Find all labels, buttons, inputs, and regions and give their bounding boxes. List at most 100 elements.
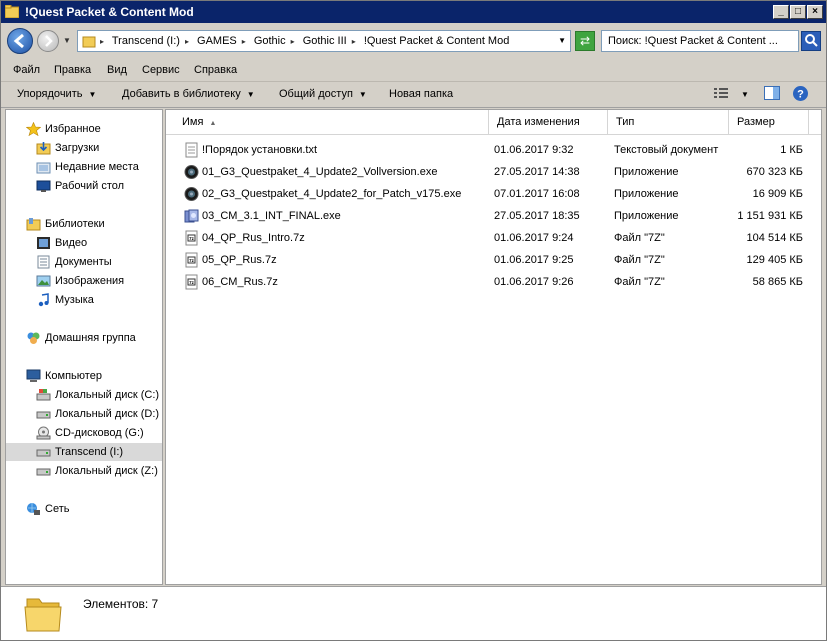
menu-file[interactable]: Файл [13, 64, 40, 76]
file-date: 01.06.2017 9:25 [494, 254, 574, 266]
file-date: 07.01.2017 16:08 [494, 188, 580, 200]
column-header-date[interactable]: Дата изменения [489, 110, 608, 134]
star-icon [26, 122, 41, 136]
nav-transcend-i[interactable]: Transcend (I:) [6, 443, 162, 461]
menu-view[interactable]: Вид [107, 64, 127, 76]
file-name: 04_QP_Rus_Intro.7z [202, 232, 305, 244]
file-date: 27.05.2017 14:38 [494, 166, 580, 178]
breadcrumb-item[interactable]: Transcend (I:) [112, 35, 180, 47]
nav-disk-z-label: Локальный диск (Z:) [55, 465, 158, 477]
column-header-row: Имя ▲ Дата изменения Тип Размер [166, 110, 821, 135]
address-bar[interactable]: ▸ Transcend (I:) ▸ GAMES ▸ Gothic ▸ Gothic … [77, 30, 571, 52]
close-button[interactable]: × [807, 5, 823, 19]
column-name-label: Имя [182, 116, 204, 128]
file-row[interactable]: 7z 05_QP_Rus.7z 01.06.2017 9:25 Файл "7Z" 12… [166, 250, 821, 270]
organize-label: Упорядочить [17, 88, 83, 100]
chevron-down-icon: ▼ [246, 90, 255, 99]
file-row[interactable]: 03_CM_3.1_INT_FINAL.exe 27.05.2017 18:35 П… [166, 206, 821, 226]
drive-icon [36, 468, 51, 476]
nav-desktop-label: Рабочий стол [55, 180, 125, 192]
organize-button[interactable]: Упорядочить ▼ [17, 88, 96, 100]
menu-help[interactable]: Справка [194, 64, 237, 76]
nav-transcend-i-label: Transcend (I:) [55, 446, 124, 458]
file-size: 104 514 КБ [746, 232, 803, 244]
address-dropdown-icon[interactable]: ▼ [558, 36, 566, 45]
chevron-right-icon[interactable]: ▸ [185, 37, 189, 46]
window-title: !Quest Packet & Content Mod [25, 5, 194, 19]
nav-cd-g-label: CD-дисковод (G:) [55, 427, 144, 439]
svg-text:?: ? [797, 89, 804, 101]
nav-network-label: Сеть [45, 503, 70, 515]
column-header-name[interactable]: Имя ▲ [174, 110, 489, 134]
breadcrumb-item[interactable]: Gothic III [303, 35, 347, 47]
chevron-right-icon[interactable]: ▸ [352, 37, 356, 46]
file-row[interactable]: !Порядок установки.txt 01.06.2017 9:32 Тек… [166, 140, 821, 160]
recent-places-icon [36, 162, 51, 174]
nav-documents-label: Документы [55, 256, 112, 268]
sort-ascending-icon: ▲ [209, 120, 217, 127]
chevron-right-icon[interactable]: ▸ [100, 37, 104, 46]
add-to-library-button[interactable]: Добавить в библиотеку ▼ [122, 88, 255, 100]
file-name: !Порядок установки.txt [202, 144, 318, 156]
share-label: Общий доступ [279, 88, 353, 100]
images-icon [36, 275, 51, 287]
folder-icon [5, 5, 19, 18]
view-list-icon [714, 88, 728, 98]
history-dropdown-icon[interactable]: ▼ [63, 36, 71, 45]
view-options-button[interactable] [713, 86, 729, 103]
system-drive-icon [36, 389, 51, 401]
address-toolbar: ▼ ▸ Transcend (I:) ▸ GAMES ▸ Gothic ▸ Gothi… [1, 23, 826, 61]
menu-tools[interactable]: Сервис [142, 64, 180, 76]
view-dropdown-icon[interactable]: ▼ [741, 90, 749, 99]
forward-button[interactable] [37, 30, 59, 52]
file-type: Приложение [614, 210, 679, 222]
file-type: Файл "7Z" [614, 232, 665, 244]
file-row[interactable]: 7z 06_CM_Rus.7z 01.06.2017 9:26 Файл "7Z" 58… [166, 272, 821, 292]
file-row[interactable]: 02_G3_Questpaket_4_Update2_for_Patch_v17… [166, 184, 821, 204]
documents-icon [37, 255, 50, 269]
item-count: Элементов: 7 [83, 597, 159, 611]
chevron-right-icon[interactable]: ▸ [291, 37, 295, 46]
music-icon [38, 293, 49, 307]
breadcrumb-item[interactable]: Gothic [254, 35, 286, 47]
minimize-button[interactable]: _ [773, 5, 789, 19]
file-size: 670 323 КБ [746, 166, 803, 178]
nav-disk-d-label: Локальный диск (D:) [55, 408, 160, 420]
homegroup-icon [27, 332, 40, 344]
help-button[interactable]: ? [792, 85, 809, 105]
share-button[interactable]: Общий доступ ▼ [279, 88, 367, 100]
gothic-exe-icon [184, 187, 199, 201]
nav-favorites-label: Избранное [45, 123, 101, 135]
maximize-button[interactable]: □ [790, 5, 806, 19]
file-row[interactable]: 01_G3_Questpaket_4_Update2_Vollversion.e… [166, 162, 821, 182]
file-row[interactable]: 7z 04_QP_Rus_Intro.7z 01.06.2017 9:24 Файл … [166, 228, 821, 248]
column-header-type[interactable]: Тип [608, 110, 729, 134]
desktop-icon [36, 180, 51, 192]
breadcrumb-item[interactable]: !Quest Packet & Content Mod [364, 35, 510, 47]
chevron-right-icon[interactable]: ▸ [242, 37, 246, 46]
menu-edit[interactable]: Правка [54, 64, 91, 76]
downloads-icon [36, 142, 51, 155]
text-file-icon [185, 142, 198, 158]
installer-exe-icon [184, 209, 199, 223]
breadcrumb-item[interactable]: GAMES [197, 35, 237, 47]
search-input[interactable]: Поиск: !Quest Packet & Content ... [601, 30, 799, 52]
chevron-down-icon: ▼ [358, 90, 367, 99]
breadcrumb: ▸ Transcend (I:) ▸ GAMES ▸ Gothic ▸ Gothic … [100, 35, 514, 47]
svg-text:7z: 7z [189, 236, 195, 241]
column-header-size[interactable]: Размер [729, 110, 809, 134]
nav-disk-c-label: Локальный диск (C:) [55, 389, 160, 401]
file-date: 01.06.2017 9:32 [494, 144, 574, 156]
new-folder-button[interactable]: Новая папка [389, 88, 453, 100]
title-bar[interactable]: !Quest Packet & Content Mod _ □ × [1, 1, 826, 23]
video-icon [37, 237, 50, 249]
refresh-button[interactable]: ⇄ [575, 31, 595, 51]
preview-pane-button[interactable] [764, 86, 780, 103]
arrow-left-icon [13, 33, 24, 49]
nav-video-label: Видео [55, 237, 88, 249]
file-name: 03_CM_3.1_INT_FINAL.exe [202, 210, 341, 222]
search-button[interactable] [801, 31, 821, 51]
back-button[interactable] [7, 28, 33, 54]
removable-drive-icon [36, 449, 51, 457]
archive-7z-icon: 7z [185, 252, 198, 268]
